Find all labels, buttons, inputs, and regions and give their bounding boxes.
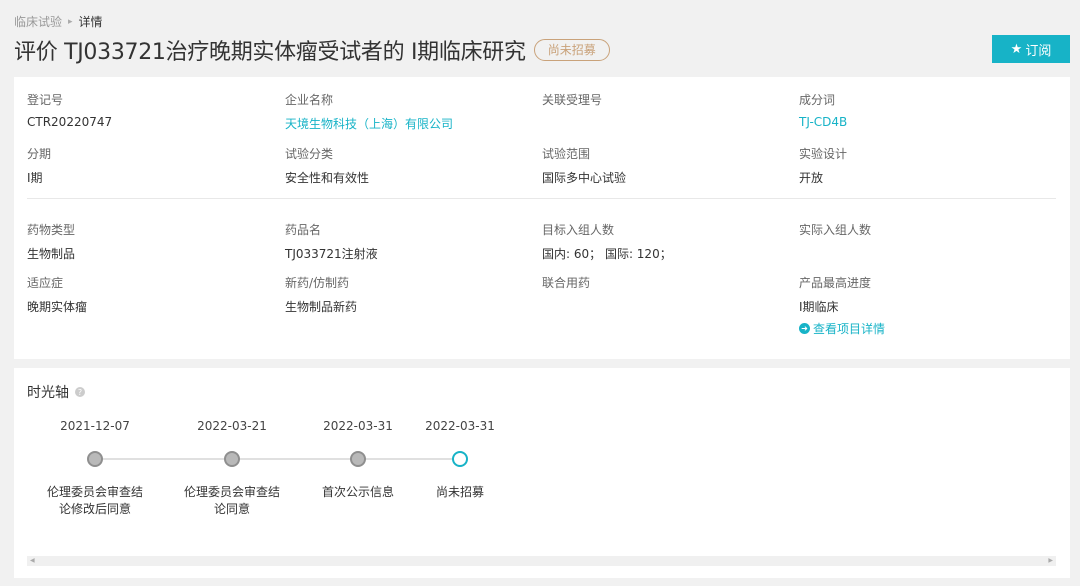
field-value: 安全性和有效性 — [285, 171, 370, 185]
timeline-date: 2021-12-07 — [60, 419, 130, 433]
field-label: 分期 — [27, 147, 52, 161]
field-actual-enroll: 实际入组人数 — [799, 221, 871, 245]
timeline-node-current[interactable] — [452, 451, 468, 467]
timeline-date: 2022-03-21 — [197, 419, 267, 433]
field-value: Ⅰ期 — [27, 171, 43, 185]
field-value: 开放 — [799, 171, 824, 185]
subscribe-button[interactable]: ★ 订阅 — [992, 35, 1070, 63]
field-label: 实验设计 — [799, 147, 848, 161]
view-project-detail-link[interactable]: ➜ 查看项目详情 — [799, 320, 885, 337]
timeline-node[interactable] — [224, 451, 240, 467]
field-new-generic: 新药/仿制药 生物制品新药 — [285, 274, 357, 315]
field-trial-scope: 试验范围 国际多中心试验 — [542, 145, 626, 186]
star-icon: ★ — [1010, 41, 1023, 57]
field-label: 实际入组人数 — [799, 223, 872, 237]
timeline-node[interactable] — [350, 451, 366, 467]
field-design: 实验设计 开放 — [799, 145, 847, 186]
field-drug-type: 药物类型 生物制品 — [27, 221, 75, 262]
field-max-progress: 产品最高进度 Ⅰ期临床 ➜ 查看项目详情 — [799, 274, 885, 337]
field-indication: 适应症 晚期实体瘤 — [27, 274, 87, 315]
breadcrumb-separator-icon: ▸ — [68, 16, 73, 27]
field-label: 企业名称 — [285, 93, 334, 107]
field-label: 产品最高进度 — [799, 276, 872, 290]
breadcrumb-current: 详情 — [78, 15, 103, 29]
timeline-label: 尚未招募 — [435, 485, 484, 499]
field-label: 试验分类 — [285, 147, 334, 161]
view-project-detail-label: 查看项目详情 — [813, 322, 886, 336]
breadcrumb: 临床试验 ▸ 详情 — [14, 13, 103, 30]
company-link[interactable]: 天境生物科技（上海）有限公司 — [285, 115, 453, 132]
field-label: 联合用药 — [542, 276, 591, 290]
field-reg-no: 登记号 CTR20220747 — [27, 91, 112, 129]
field-value: 生物制品 — [27, 247, 76, 261]
status-badge: 尚未招募 — [533, 39, 610, 61]
field-company: 企业名称 天境生物科技（上海）有限公司 — [285, 91, 453, 132]
breadcrumb-parent[interactable]: 临床试验 — [14, 13, 62, 30]
field-label: 目标入组人数 — [542, 223, 615, 237]
field-label: 关联受理号 — [542, 93, 603, 107]
subscribe-label: 订阅 — [1025, 43, 1052, 59]
timeline-node[interactable] — [87, 451, 103, 467]
timeline-title-text: 时光轴 — [27, 385, 69, 401]
timeline-line — [95, 458, 460, 460]
page-title: 评价 TJ033721治疗晚期实体瘤受试者的 Ⅰ期临床研究 — [14, 40, 526, 65]
field-label: 成分词 — [799, 93, 836, 107]
info-card: 登记号 CTR20220747 企业名称 天境生物科技（上海）有限公司 关联受理… — [14, 77, 1070, 359]
help-icon[interactable]: ? — [75, 387, 85, 397]
timeline-label: 伦理委员会审查结论同意 — [183, 485, 280, 516]
field-value: 晚期实体瘤 — [27, 300, 88, 314]
field-label: 试验范围 — [542, 147, 591, 161]
timeline-label: 首次公示信息 — [321, 485, 394, 499]
field-ingredient: 成分词 TJ-CD4B — [799, 91, 847, 129]
field-drug-name: 药品名 TJ033721注射液 — [285, 221, 378, 262]
field-value: TJ033721注射液 — [285, 247, 378, 261]
timeline-date: 2022-03-31 — [425, 419, 495, 433]
field-value: 国内: 60； 国际: 120； — [542, 247, 672, 261]
scroll-right-icon[interactable]: ▶ — [1048, 557, 1053, 564]
field-value: CTR20220747 — [27, 115, 113, 129]
ingredient-link[interactable]: TJ-CD4B — [799, 115, 847, 129]
field-target-enroll: 目标入组人数 国内: 60； 国际: 120； — [542, 221, 672, 262]
field-value: 生物制品新药 — [285, 300, 358, 314]
timeline-card: 时光轴 ? 2021-12-07 伦理委员会审查结论修改后同意 2022-03-… — [14, 368, 1070, 578]
field-label: 新药/仿制药 — [285, 276, 350, 290]
title-row: 评价 TJ033721治疗晚期实体瘤受试者的 Ⅰ期临床研究 尚未招募 ★ 订阅 — [14, 35, 1070, 65]
field-phase: 分期 Ⅰ期 — [27, 145, 51, 186]
field-trial-category: 试验分类 安全性和有效性 — [285, 145, 369, 186]
scroll-left-icon[interactable]: ◀ — [30, 557, 35, 564]
field-value: Ⅰ期临床 — [799, 300, 839, 314]
field-label: 药品名 — [285, 223, 322, 237]
arrow-circle-icon: ➜ — [799, 323, 810, 334]
timeline-date: 2022-03-31 — [323, 419, 393, 433]
horizontal-scrollbar[interactable]: ◀ ▶ — [27, 556, 1056, 566]
timeline-title: 时光轴 ? — [27, 382, 85, 402]
field-acceptance-no: 关联受理号 — [542, 91, 602, 115]
field-label: 药物类型 — [27, 223, 76, 237]
field-value: 国际多中心试验 — [542, 171, 627, 185]
divider — [27, 198, 1056, 199]
field-label: 登记号 — [27, 93, 64, 107]
field-label: 适应症 — [27, 276, 64, 290]
field-combination: 联合用药 — [542, 274, 590, 298]
timeline-label: 伦理委员会审查结论修改后同意 — [46, 485, 143, 516]
